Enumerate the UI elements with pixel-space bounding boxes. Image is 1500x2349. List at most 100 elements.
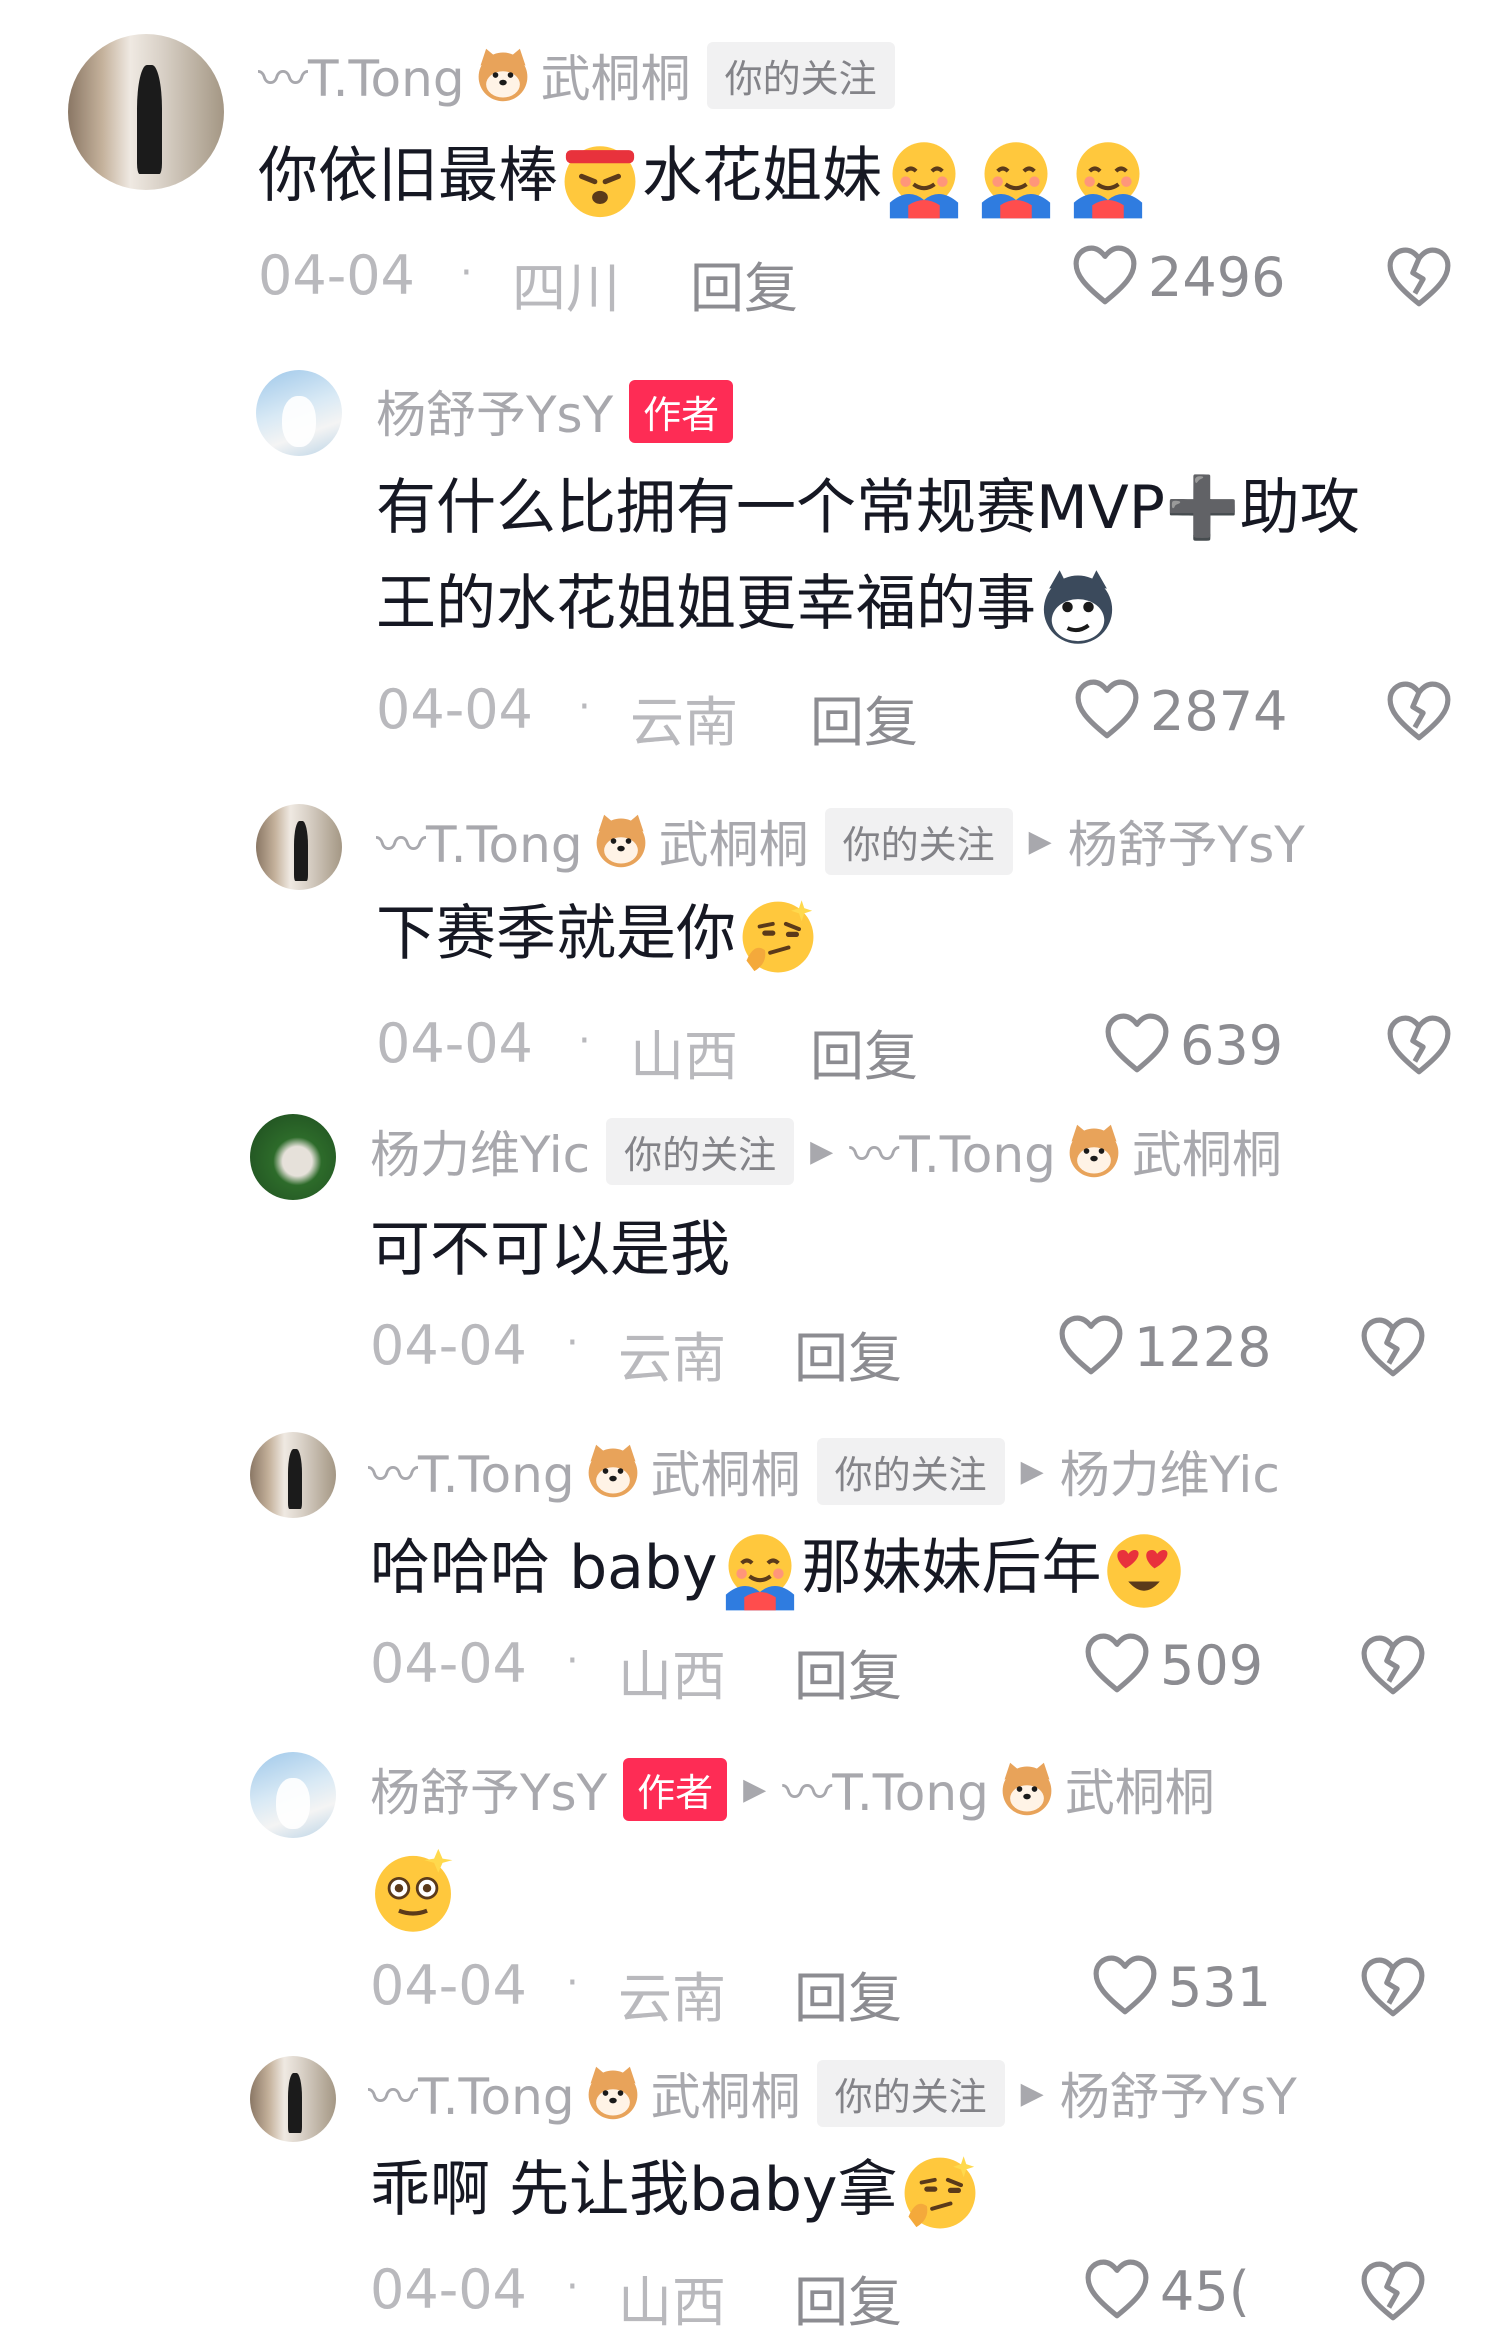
- meta-separator: ·: [460, 250, 473, 296]
- dislike-button[interactable]: [1360, 2260, 1426, 2326]
- avatar[interactable]: [250, 1432, 336, 1518]
- dislike-button[interactable]: [1360, 1634, 1426, 1700]
- like-button[interactable]: 45(: [1084, 2258, 1250, 2324]
- username-suffix[interactable]: 武桐桐: [651, 1435, 801, 1507]
- reply-button[interactable]: 回复: [794, 1314, 902, 1393]
- comment-header: 杨舒予YsY 作者: [376, 375, 734, 447]
- broken-heart-icon: [1386, 680, 1452, 746]
- avatar[interactable]: [256, 804, 342, 890]
- like-button[interactable]: 639: [1104, 1012, 1283, 1078]
- reply-button[interactable]: 回复: [794, 2258, 902, 2337]
- heart-icon: [1072, 244, 1138, 310]
- hug-emoji-icon: [882, 137, 966, 221]
- author-tag: 作者: [623, 1757, 728, 1821]
- comment-location: 云南: [630, 691, 738, 754]
- comment-text: 你依旧最棒 水花姐妹: [258, 128, 1150, 224]
- reply-to-user[interactable]: 杨力维Yic: [1060, 1435, 1280, 1507]
- comment-text-part: 可不可以是我: [370, 1215, 730, 1285]
- username[interactable]: 杨舒予YsY: [370, 1753, 607, 1825]
- comment-text-part: 那妹妹后年: [801, 1533, 1102, 1603]
- comment-meta: 04-04 · 山西 回复 509: [0, 1632, 1500, 1708]
- reply-button[interactable]: 回复: [690, 244, 798, 323]
- username-suffix[interactable]: 武桐桐: [651, 2057, 801, 2129]
- username[interactable]: 〰T.Tong: [376, 805, 583, 877]
- comment-location: 山西: [618, 2271, 726, 2334]
- username[interactable]: 杨舒予YsY: [376, 375, 613, 447]
- like-count: 1228: [1134, 1315, 1272, 1379]
- hug-emoji-icon: [974, 137, 1058, 221]
- follow-tag: 你的关注: [816, 2059, 1005, 2127]
- reply-to-user[interactable]: 〰T.Tong: [849, 1115, 1056, 1187]
- avatar[interactable]: [250, 1114, 336, 1200]
- meta-separator: ·: [566, 1960, 579, 2006]
- comment-location: 四川: [512, 257, 620, 320]
- like-button[interactable]: 531: [1092, 1954, 1271, 2020]
- reply-button[interactable]: 回复: [794, 1632, 902, 1711]
- reply-to-user[interactable]: 〰T.Tong: [782, 1753, 989, 1825]
- like-button[interactable]: 509: [1084, 1632, 1263, 1698]
- hug-emoji-icon: [1066, 137, 1150, 221]
- avatar[interactable]: [250, 1752, 336, 1838]
- heart-eyes-emoji-icon: [1102, 1529, 1186, 1613]
- comment-date: 04-04: [376, 678, 533, 741]
- username[interactable]: 〰T.Tong: [258, 39, 465, 111]
- dislike-button[interactable]: [1386, 246, 1452, 312]
- broken-heart-icon: [1360, 2260, 1426, 2326]
- shiba-icon: [583, 1441, 643, 1501]
- like-button[interactable]: 2874: [1074, 678, 1287, 744]
- avatar[interactable]: [250, 2056, 336, 2142]
- comment-text: 可不可以是我: [370, 1202, 730, 1298]
- reply-button[interactable]: 回复: [810, 678, 918, 757]
- comment-header: 〰T.Tong 武桐桐 你的关注 ▶ 杨舒予YsY: [376, 806, 1305, 876]
- comment-text: 哈哈哈 baby 那妹妹后年: [370, 1520, 1186, 1616]
- heart-icon: [1058, 1314, 1124, 1380]
- broken-heart-icon: [1360, 1316, 1426, 1382]
- comment-date: 04-04: [370, 1954, 527, 2017]
- comment-item: 〰T.Tong 武桐桐 你的关注 你依旧最棒 水花姐妹 04-04 · 四川 回复…: [0, 0, 1500, 330]
- comment-item: 〰T.Tong 武桐桐 你的关注 ▶ 杨舒予YsY 下赛季就是你 04-04 ·…: [0, 790, 1500, 1090]
- thinking-emoji-icon: [898, 2151, 982, 2235]
- comment-meta: 04-04 · 山西 回复 639: [0, 1012, 1500, 1088]
- shiba-icon: [1064, 1121, 1124, 1181]
- username[interactable]: 〰T.Tong: [368, 2057, 575, 2129]
- comment-text-part: 王的水花姐姐更幸福的事: [376, 569, 1036, 639]
- reply-arrow-icon: ▶: [1020, 2075, 1044, 2111]
- dislike-button[interactable]: [1386, 1014, 1452, 1080]
- username[interactable]: 〰T.Tong: [368, 1435, 575, 1507]
- reply-to-user-suffix[interactable]: 武桐桐: [1132, 1115, 1282, 1187]
- comment-text-part: 水花姐妹: [642, 141, 882, 211]
- comment-item: 〰T.Tong 武桐桐 你的关注 ▶ 杨力维Yic 哈哈哈 baby 那妹妹后年 …: [0, 1420, 1500, 1720]
- comment-item: 杨舒予YsY 作者 有什么比拥有一个常规赛MVP➕助攻 王的水花姐姐更幸福的事 …: [0, 350, 1500, 770]
- heart-icon: [1074, 678, 1140, 744]
- comment-meta: 04-04 · 山西 回复 45(: [0, 2258, 1500, 2334]
- comment-location: 山西: [618, 1645, 726, 1708]
- reply-button[interactable]: 回复: [794, 1954, 902, 2033]
- username-suffix[interactable]: 武桐桐: [659, 805, 809, 877]
- heart-icon: [1092, 1954, 1158, 2020]
- reply-button[interactable]: 回复: [810, 1012, 918, 1091]
- reply-to-user[interactable]: 杨舒予YsY: [1060, 2057, 1297, 2129]
- dislike-button[interactable]: [1360, 1956, 1426, 2022]
- username-suffix[interactable]: 武桐桐: [541, 39, 691, 111]
- reply-to-user[interactable]: 杨舒予YsY: [1068, 805, 1305, 877]
- dislike-button[interactable]: [1386, 680, 1452, 746]
- username[interactable]: 杨力维Yic: [370, 1115, 590, 1187]
- thinking-emoji-icon: [736, 895, 820, 979]
- dislike-button[interactable]: [1360, 1316, 1426, 1382]
- comment-item: 杨力维Yic 你的关注 ▶ 〰T.Tong 武桐桐 可不可以是我 04-04 ·…: [0, 1100, 1500, 1400]
- shiba-icon: [997, 1759, 1057, 1819]
- like-button[interactable]: 2496: [1072, 244, 1285, 310]
- angry-emoji-icon: [558, 137, 642, 221]
- avatar[interactable]: [68, 34, 224, 190]
- like-count: 639: [1180, 1013, 1284, 1077]
- comment-header: 〰T.Tong 武桐桐 你的关注 ▶ 杨舒予YsY: [368, 2058, 1297, 2128]
- hug-emoji-icon: [718, 1529, 802, 1613]
- follow-tag: 你的关注: [706, 41, 895, 109]
- like-button[interactable]: 1228: [1058, 1314, 1271, 1380]
- shiba-icon: [583, 2063, 643, 2123]
- comment-header: 杨舒予YsY 作者 ▶ 〰T.Tong 武桐桐: [370, 1754, 1215, 1824]
- husky-emoji-icon: [1036, 565, 1120, 649]
- comment-text-part: 你依旧最棒: [258, 141, 558, 211]
- avatar[interactable]: [256, 370, 342, 456]
- reply-to-user-suffix[interactable]: 武桐桐: [1065, 1753, 1215, 1825]
